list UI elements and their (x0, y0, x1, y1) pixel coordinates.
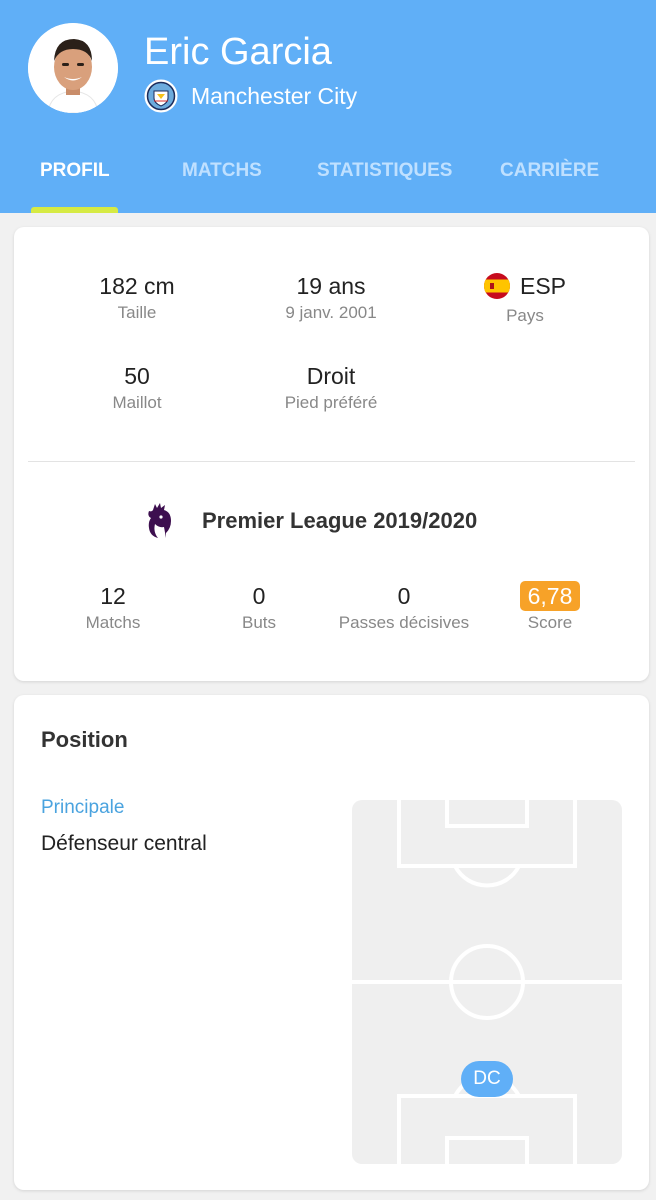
score-label: Score (527, 613, 573, 632)
age-stat: 19 ans 9 janv. 2001 (221, 271, 441, 323)
matchs-value: 12 (100, 583, 126, 609)
tab-statistiques[interactable]: STATISTIQUES (317, 160, 452, 182)
age-value: 19 ans (296, 273, 366, 299)
country-stat: ESP Pays (415, 271, 635, 326)
player-avatar (28, 23, 118, 113)
primary-position-label: Principale (41, 797, 125, 818)
tab-profil[interactable]: PROFIL (40, 160, 110, 182)
card-divider (28, 461, 635, 462)
passes-value: 0 (397, 583, 411, 609)
height-value: 182 cm (99, 273, 175, 299)
profile-info-card: 182 cm Taille 19 ans 9 janv. 2001 ESP Pa… (14, 227, 649, 681)
league-stat-score: 6,78 Score (440, 581, 656, 633)
active-tab-indicator (31, 207, 118, 213)
club-name-link[interactable]: Manchester City (191, 83, 357, 110)
league-season-title: Premier League 2019/2020 (202, 508, 478, 533)
player-name: Eric Garcia (144, 31, 332, 73)
spain-flag-icon (483, 273, 510, 299)
manchester-city-crest-icon[interactable] (144, 79, 178, 113)
foot-stat: Droit Pied préféré (221, 361, 441, 413)
player-header: Eric Garcia Manchester City PROFIL MATCH… (0, 0, 656, 213)
shirt-number: 50 (124, 363, 150, 389)
premier-league-lion-icon (144, 502, 174, 540)
primary-position-value: Défenseur central (41, 832, 207, 855)
preferred-foot-value: Droit (306, 363, 356, 389)
football-pitch (352, 796, 622, 1168)
height-label: Taille (117, 303, 157, 322)
position-title: Position (41, 727, 128, 752)
shirt-label: Maillot (112, 393, 162, 412)
preferred-foot-label: Pied préféré (284, 393, 378, 412)
birth-date: 9 janv. 2001 (285, 303, 377, 322)
score-badge: 6,78 (519, 581, 581, 611)
tab-matchs[interactable]: MATCHS (182, 160, 262, 182)
buts-value: 0 (252, 583, 266, 609)
position-marker-dc: DC (461, 1061, 513, 1097)
country-code: ESP (519, 273, 567, 299)
height-stat: 182 cm Taille (27, 271, 247, 323)
shirt-stat: 50 Maillot (27, 361, 247, 413)
position-card: Position Principale Défenseur central DC (14, 695, 649, 1190)
tab-carriere[interactable]: CARRIÈRE (500, 160, 599, 182)
country-label: Pays (506, 306, 544, 325)
